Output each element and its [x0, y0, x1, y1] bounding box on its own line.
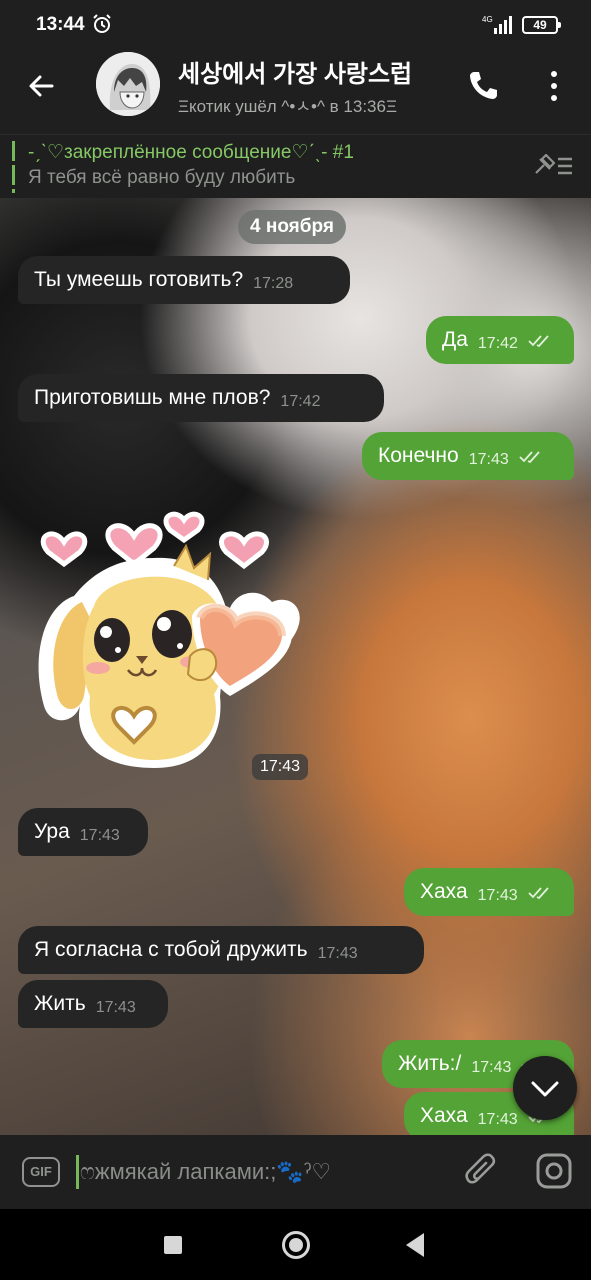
date-chip: 4 ноября: [238, 210, 346, 244]
signal-icon: 4G: [482, 15, 512, 34]
chat-header: 세상에서 가장 사랑스럽 Ξкотик ушёл ^•ㅅ•^ в 13:36Ξ: [0, 52, 591, 134]
gif-button[interactable]: GIF: [22, 1157, 60, 1187]
back-triangle-icon[interactable]: [406, 1233, 424, 1257]
chevron-down-icon: [531, 1081, 559, 1097]
scroll-down-button[interactable]: [513, 1056, 577, 1120]
message-text: Да: [442, 328, 468, 351]
message-text: Конечно: [378, 444, 459, 467]
message-text: Хаха: [420, 1104, 468, 1127]
message-text: Жить:/: [398, 1052, 462, 1075]
message-time: 17:43: [468, 451, 509, 468]
message-time: 17:43: [471, 1059, 512, 1076]
home-icon[interactable]: [282, 1231, 310, 1259]
message-time: 17:43: [477, 887, 518, 904]
message-outgoing[interactable]: Конечно 17:43: [362, 432, 574, 480]
message-time: 17:43: [79, 827, 120, 844]
phone-icon[interactable]: [466, 68, 500, 102]
message-composer: GIF: [0, 1135, 591, 1209]
paperclip-icon[interactable]: [464, 1153, 500, 1191]
message-text: Ура: [34, 820, 70, 843]
pinned-indicator: [12, 141, 15, 193]
message-time: 17:42: [477, 335, 518, 352]
pinned-title: -ˏˋ♡закреплённое сообщение♡ˊˎ- #1: [28, 142, 354, 163]
double-check-icon: [528, 335, 549, 348]
message-text: Я согласна с тобой дружить: [34, 938, 308, 961]
instagram-camera-icon[interactable]: [536, 1153, 572, 1189]
message-text: Хаха: [420, 880, 468, 903]
message-time: 17:42: [280, 393, 321, 410]
chat-title[interactable]: 세상에서 가장 사랑스럽: [178, 54, 440, 89]
message-incoming[interactable]: Ты умеешь готовить? 17:28: [18, 256, 350, 304]
status-time: 13:44: [36, 14, 85, 35]
avatar-image: [96, 52, 160, 116]
message-text: Ты умеешь готовить?: [34, 268, 244, 291]
system-nav-bar: [0, 1209, 591, 1280]
pinned-list-icon[interactable]: [532, 151, 574, 181]
message-text: Приготовишь мне плов?: [34, 386, 271, 409]
double-check-icon: [527, 887, 549, 900]
message-time: 17:28: [253, 275, 294, 292]
chat-status: Ξкотик ушёл ^•ㅅ•^ в 13:36Ξ: [178, 97, 398, 116]
message-text: Жить: [34, 992, 86, 1015]
message-input[interactable]: [80, 1153, 450, 1191]
double-check-icon: [518, 451, 540, 464]
message-outgoing[interactable]: Да 17:42: [426, 316, 574, 364]
recent-apps-icon[interactable]: [164, 1236, 182, 1254]
message-incoming[interactable]: Приготовишь мне плов? 17:42: [18, 374, 384, 422]
avatar[interactable]: [96, 52, 160, 116]
alarm-icon: [93, 14, 111, 33]
sticker-time: 17:43: [252, 754, 309, 780]
pinned-text: Я тебя всё равно буду любить: [28, 167, 296, 188]
chat-area[interactable]: 4 ноября Ты умеешь готовить? 17:28 Да 17:4…: [0, 198, 591, 1135]
more-vertical-icon[interactable]: [540, 66, 568, 106]
message-incoming[interactable]: Ура 17:43: [18, 808, 148, 856]
message-time: 17:43: [95, 999, 136, 1016]
message-incoming[interactable]: Жить 17:43: [18, 980, 168, 1028]
status-bar: 13:44 4G 49: [0, 0, 591, 52]
message-outgoing[interactable]: Хаха 17:43: [404, 868, 574, 916]
message-time: 17:43: [477, 1111, 518, 1128]
arrow-left-icon[interactable]: [22, 66, 62, 106]
battery-icon: 49: [522, 16, 561, 34]
message-time: 17:43: [317, 945, 358, 962]
message-incoming[interactable]: Я согласна с тобой дружить 17:43: [18, 926, 424, 974]
svg-text:4G: 4G: [482, 15, 493, 24]
text-caret: [76, 1155, 79, 1189]
pinned-message[interactable]: -ˏˋ♡закреплённое сообщение♡ˊˎ- #1 Я тебя…: [0, 134, 591, 198]
sticker-puppy-hearts[interactable]: [24, 506, 314, 776]
